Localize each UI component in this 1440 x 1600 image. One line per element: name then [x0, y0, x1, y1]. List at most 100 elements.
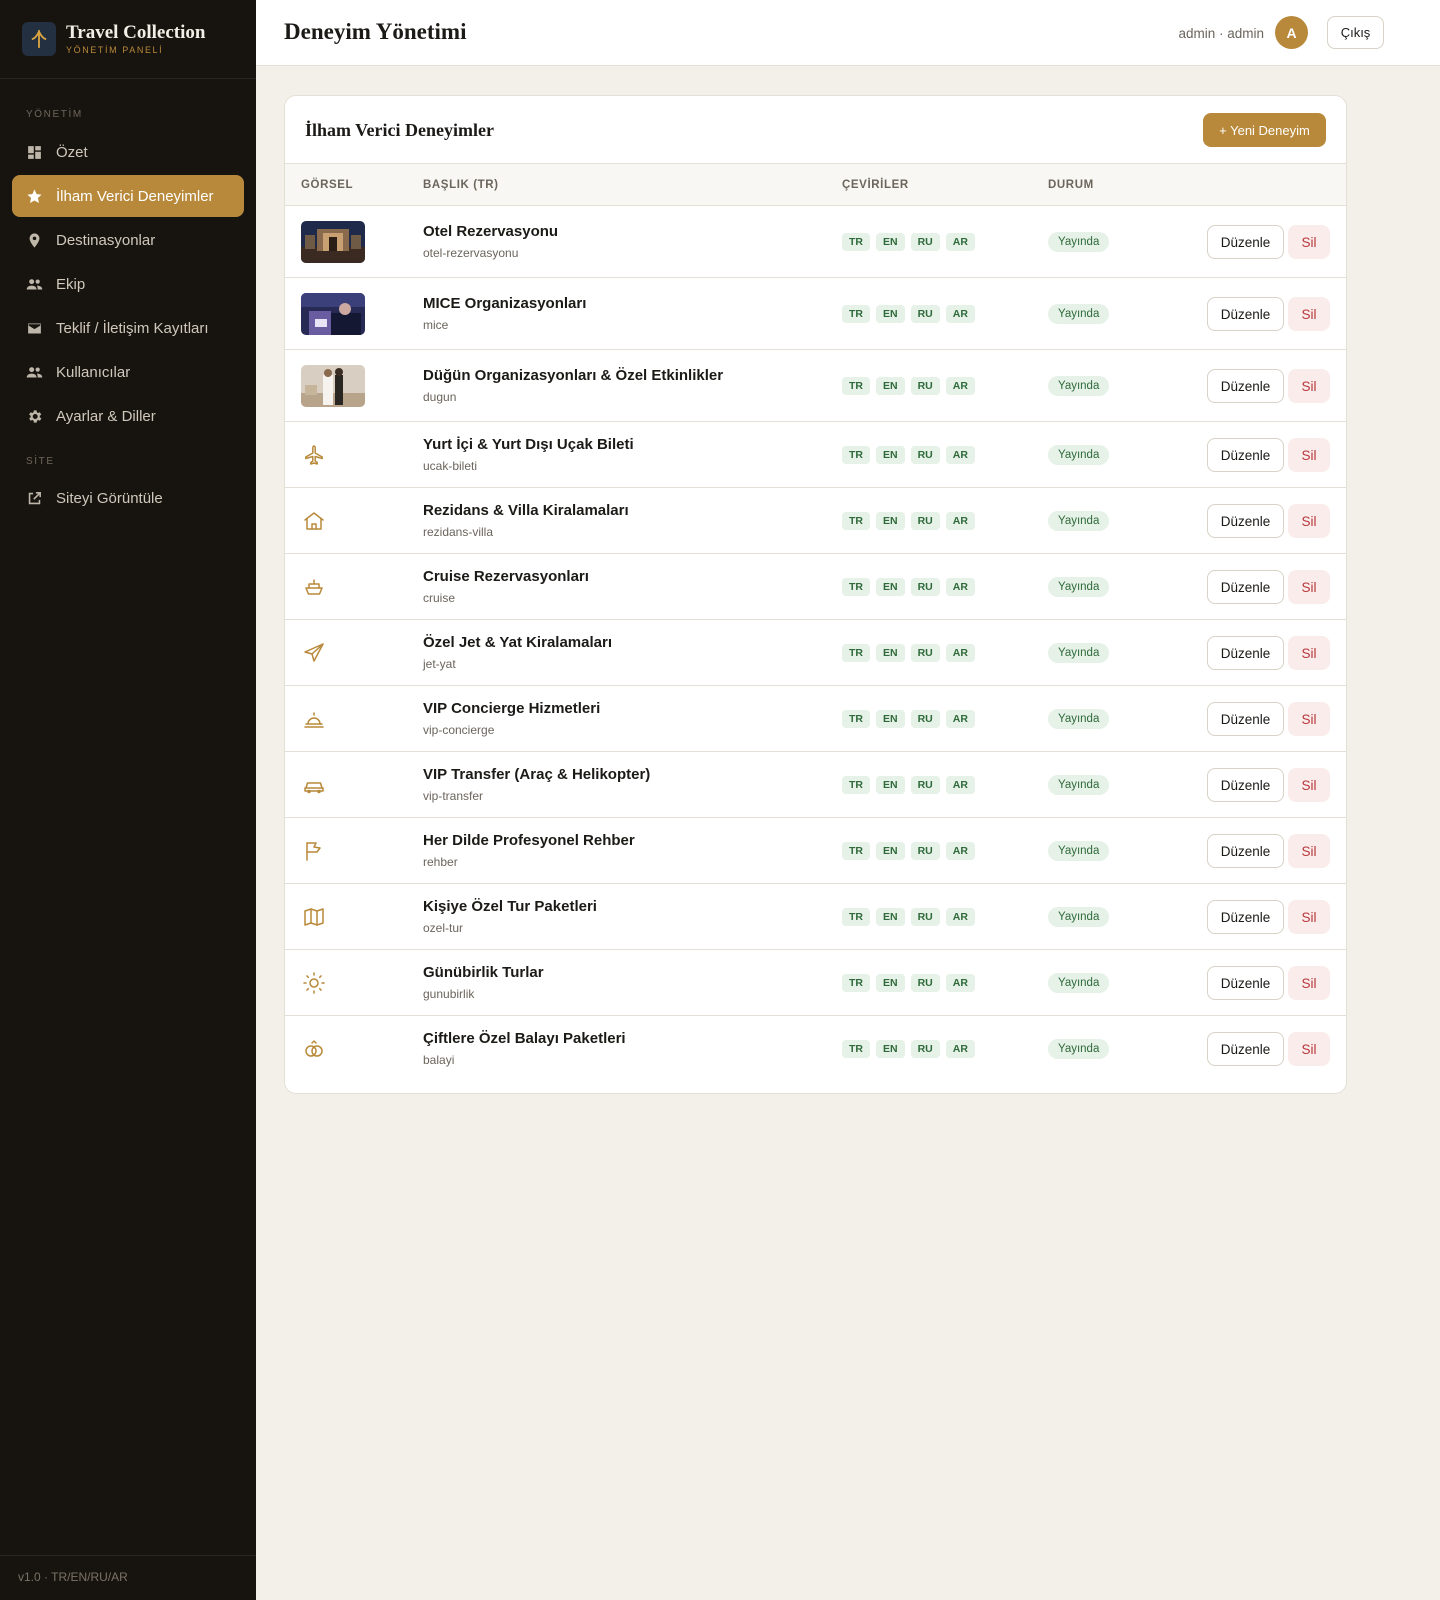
users-icon — [26, 366, 43, 377]
row-title: MICE Organizasyonları — [423, 295, 587, 312]
sidebar-item-label: Özet — [56, 143, 88, 161]
edit-button[interactable]: Düzenle — [1207, 702, 1284, 736]
translation-badge: AR — [945, 377, 975, 395]
nav-section-site: SİTE — [26, 456, 55, 467]
translation-badge: TR — [842, 233, 870, 251]
delete-button[interactable]: Sil — [1288, 504, 1330, 538]
status-badge: Yayında — [1048, 232, 1110, 252]
brand[interactable]: Travel Collection YÖNETİM PANELİ — [0, 0, 256, 79]
edit-button[interactable]: Düzenle — [1207, 1032, 1284, 1066]
edit-button[interactable]: Düzenle — [1207, 225, 1284, 259]
row-title: Günübirlik Turlar — [423, 964, 544, 981]
table-row: Özel Jet & Yat Kiralamaları jet-yat TR EN RU… — [285, 620, 1346, 686]
row-slug: rehber — [423, 855, 458, 869]
sidebar-item-label: İlham Verici Deneyimler — [56, 187, 214, 205]
translation-badge: AR — [945, 710, 975, 728]
sidebar-item-label: Siteyi Görüntüle — [56, 489, 163, 507]
edit-button[interactable]: Düzenle — [1207, 768, 1284, 802]
edit-button[interactable]: Düzenle — [1207, 834, 1284, 868]
send-icon — [304, 643, 324, 662]
sidebar-item-users[interactable]: Kullanıcılar — [12, 351, 244, 393]
edit-button[interactable]: Düzenle — [1207, 504, 1284, 538]
edit-button[interactable]: Düzenle — [1207, 570, 1284, 604]
experiences-card: İlham Verici Deneyimler + Yeni Deneyim G… — [284, 95, 1347, 1094]
delete-button[interactable]: Sil — [1288, 570, 1330, 604]
translation-badge: RU — [910, 1040, 940, 1058]
translation-badge: EN — [876, 377, 905, 395]
avatar[interactable]: A — [1275, 16, 1308, 49]
translation-badge: EN — [876, 578, 905, 596]
row-slug: vip-transfer — [423, 789, 484, 803]
translation-badge: RU — [910, 644, 940, 662]
logout-button[interactable]: Çıkış — [1327, 16, 1384, 49]
translation-badge: AR — [945, 446, 975, 464]
nav-section-admin: YÖNETİM — [26, 109, 83, 120]
translation-badge: TR — [842, 305, 870, 323]
translation-badge: RU — [910, 974, 940, 992]
status-badge: Yayında — [1048, 577, 1110, 597]
version-info: v1.0 · TR/EN/RU/AR — [0, 1555, 256, 1600]
delete-button[interactable]: Sil — [1288, 636, 1330, 670]
edit-button[interactable]: Düzenle — [1207, 966, 1284, 1000]
map-pin-icon — [29, 232, 40, 248]
delete-button[interactable]: Sil — [1288, 900, 1330, 934]
row-slug: ozel-tur — [423, 921, 464, 935]
sidebar-item-destinations[interactable]: Destinasyonlar — [12, 219, 244, 261]
translation-badges: TR EN RU AR — [842, 776, 975, 794]
translation-badge: AR — [945, 908, 975, 926]
brand-subtitle: YÖNETİM PANELİ — [66, 45, 164, 55]
delete-button[interactable]: Sil — [1288, 1032, 1330, 1066]
gear-icon — [29, 409, 42, 423]
delete-button[interactable]: Sil — [1288, 225, 1330, 259]
row-slug: balayi — [423, 1053, 455, 1067]
delete-button[interactable]: Sil — [1288, 369, 1330, 403]
translation-badges: TR EN RU AR — [842, 305, 975, 323]
status-badge: Yayında — [1048, 445, 1110, 465]
row-slug: ucak-bileti — [423, 459, 478, 473]
translation-badges: TR EN RU AR — [842, 908, 975, 926]
delete-button[interactable]: Sil — [1288, 834, 1330, 868]
translation-badge: TR — [842, 1040, 870, 1058]
sidebar-item-label: Destinasyonlar — [56, 231, 156, 249]
delete-button[interactable]: Sil — [1288, 297, 1330, 331]
delete-button[interactable]: Sil — [1288, 702, 1330, 736]
table-row: Kişiye Özel Tur Paketleri ozel-tur TR EN RU A… — [285, 884, 1346, 950]
row-title: Yurt İçi & Yurt Dışı Uçak Bileti — [423, 436, 634, 453]
edit-button[interactable]: Düzenle — [1207, 900, 1284, 934]
row-title: Özel Jet & Yat Kiralamaları — [423, 634, 612, 651]
row-slug: mice — [423, 318, 449, 332]
delete-button[interactable]: Sil — [1288, 768, 1330, 802]
translation-badge: AR — [945, 1040, 975, 1058]
sidebar-item-view-site[interactable]: Siteyi Görüntüle — [12, 477, 244, 519]
edit-button[interactable]: Düzenle — [1207, 297, 1284, 331]
translation-badge: TR — [842, 776, 870, 794]
edit-button[interactable]: Düzenle — [1207, 438, 1284, 472]
table-row: Düğün Organizasyonları & Özel Etkinlikle… — [285, 350, 1346, 422]
edit-button[interactable]: Düzenle — [1207, 369, 1284, 403]
house-icon — [304, 512, 324, 530]
translation-badge: RU — [910, 377, 940, 395]
translation-badge: AR — [945, 233, 975, 251]
photo-hotel — [301, 221, 365, 263]
sidebar-item-inquiries[interactable]: Teklif / İletişim Kayıtları — [12, 307, 244, 349]
brand-title: Travel Collection — [66, 22, 206, 43]
edit-button[interactable]: Düzenle — [1207, 636, 1284, 670]
delete-button[interactable]: Sil — [1288, 438, 1330, 472]
translation-badge: EN — [876, 446, 905, 464]
sidebar-item-settings[interactable]: Ayarlar & Diller — [12, 395, 244, 437]
translation-badges: TR EN RU AR — [842, 512, 975, 530]
sidebar-item-experiences[interactable]: İlham Verici Deneyimler — [12, 175, 244, 217]
translation-badge: RU — [910, 512, 940, 530]
translation-badge: EN — [876, 1040, 905, 1058]
sidebar-item-ozet[interactable]: Özet — [12, 131, 244, 173]
row-slug: jet-yat — [423, 657, 456, 671]
sidebar-item-team[interactable]: Ekip — [12, 263, 244, 305]
translation-badge: RU — [910, 233, 940, 251]
column-header-image: GÖRSEL — [301, 179, 354, 191]
ship-icon — [305, 579, 323, 595]
new-experience-button[interactable]: + Yeni Deneyim — [1203, 113, 1326, 147]
user-label: admin · admin — [1178, 26, 1264, 41]
delete-button[interactable]: Sil — [1288, 966, 1330, 1000]
table-row: Cruise Rezervasyonları cruise TR EN RU AR Yayı… — [285, 554, 1346, 620]
translation-badge: AR — [945, 842, 975, 860]
